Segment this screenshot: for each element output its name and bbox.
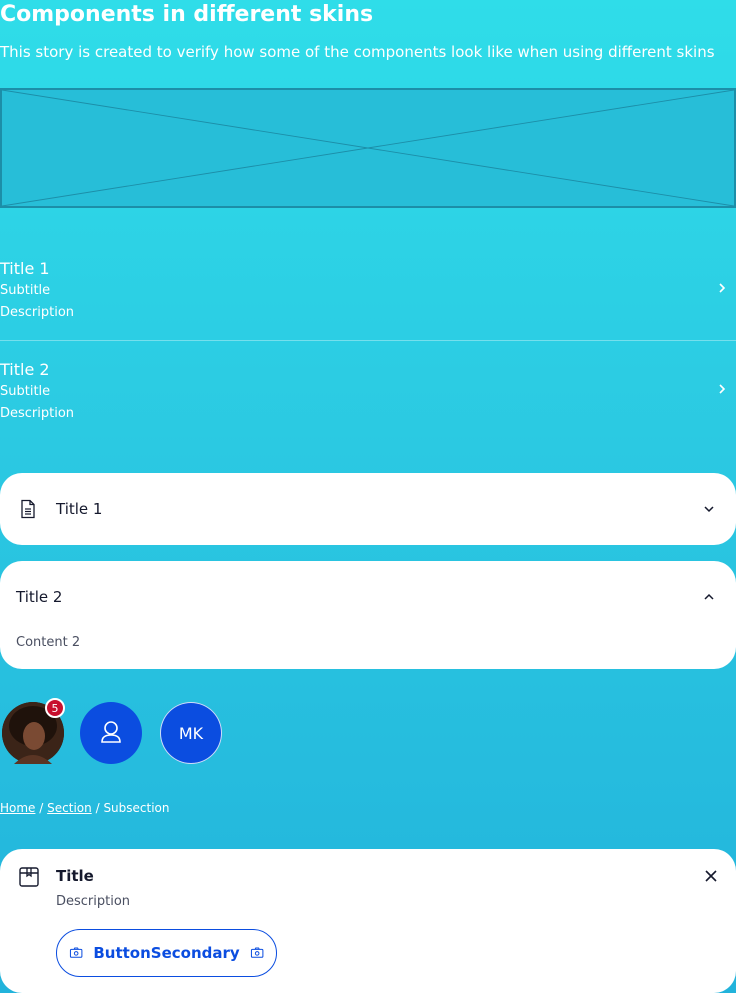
list-divider	[0, 340, 736, 341]
breadcrumb: Home / Section / Subsection	[0, 800, 170, 816]
chevron-right-icon	[719, 283, 726, 293]
page-title: Components in different skins	[0, 2, 374, 27]
user-icon	[101, 721, 121, 743]
accordion-title: Title 1	[56, 500, 103, 518]
image-placeholder	[0, 88, 736, 208]
camera-icon	[69, 947, 83, 958]
breadcrumb-home-link[interactable]: Home	[0, 801, 35, 815]
avatar-icon[interactable]	[80, 702, 142, 764]
breadcrumb-separator: /	[95, 801, 100, 815]
breadcrumb-separator: /	[39, 801, 44, 815]
chevron-down-icon	[704, 506, 714, 513]
breadcrumb-section-link[interactable]: Section	[47, 801, 92, 815]
accordion-item-2[interactable]: Title 2 Content 2	[0, 561, 736, 669]
list-item-title: Title 2	[0, 360, 50, 379]
list-item-2[interactable]: Title 2 Subtitle Description	[0, 359, 736, 459]
breadcrumb-current: Subsection	[103, 801, 170, 815]
callout-description: Description	[56, 894, 131, 909]
chevron-up-icon	[704, 593, 714, 600]
placeholder-cross-icon	[2, 90, 734, 206]
document-icon	[21, 499, 35, 519]
list-item-description: Description	[0, 406, 75, 421]
accordion-title: Title 2	[16, 588, 63, 606]
box-icon	[19, 867, 39, 887]
page-subtitle: This story is created to verify how some…	[0, 43, 715, 61]
list-item-title: Title 1	[0, 259, 50, 278]
list-item-1[interactable]: Title 1 Subtitle Description	[0, 258, 736, 358]
callout-title: Title	[56, 867, 94, 885]
list-item-subtitle: Subtitle	[0, 384, 51, 399]
notification-badge: 5	[45, 698, 65, 718]
accordion-item-1[interactable]: Title 1	[0, 473, 736, 545]
accordion-content: Content 2	[16, 635, 81, 650]
list-item-subtitle: Subtitle	[0, 283, 51, 298]
secondary-button[interactable]: ButtonSecondary	[56, 929, 277, 977]
close-icon[interactable]	[704, 869, 718, 883]
list-item-description: Description	[0, 305, 75, 320]
secondary-button-label: ButtonSecondary	[93, 944, 240, 962]
chevron-right-icon	[719, 384, 726, 394]
avatar-initials[interactable]: MK	[160, 702, 222, 764]
camera-icon	[250, 947, 264, 958]
